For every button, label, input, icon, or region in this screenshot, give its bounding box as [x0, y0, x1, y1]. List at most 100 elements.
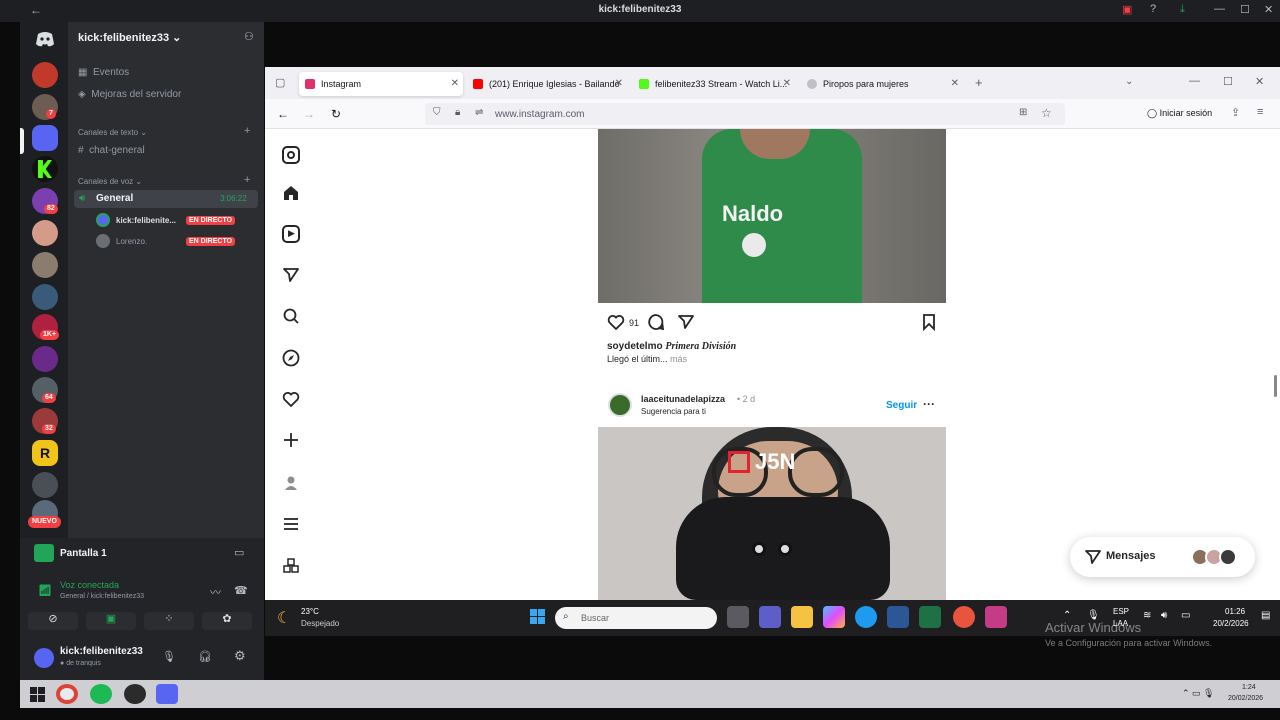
battery-icon[interactable]: ▭: [1181, 610, 1190, 621]
server-icon-kick[interactable]: [32, 125, 58, 151]
screen-share-button[interactable]: ▣: [86, 612, 136, 630]
spotify-icon[interactable]: [90, 684, 112, 704]
save-bookmark-icon[interactable]: [921, 313, 937, 331]
voice-user-name[interactable]: Lorenzo.: [116, 237, 147, 246]
camera-button[interactable]: ⊘: [28, 612, 78, 630]
address-bar[interactable]: ⛉ 🔒︎ ⇌ www.instagram.com ⊞ ☆: [425, 103, 1065, 125]
new-tab-icon[interactable]: +: [975, 75, 983, 90]
menu-icon[interactable]: ≡: [1257, 106, 1263, 118]
heart-notifications-icon[interactable]: [282, 390, 300, 408]
maximize-icon[interactable]: ☐: [1240, 3, 1250, 16]
add-voice-channel-icon[interactable]: +: [244, 174, 250, 186]
task-view-icon[interactable]: [727, 606, 749, 628]
maximize-icon[interactable]: ☐: [1223, 75, 1233, 88]
server-name[interactable]: kick:felibenitez33 ⌄: [78, 31, 181, 44]
server-icon-kick-green[interactable]: [32, 156, 58, 182]
wifi-icon[interactable]: ≋: [1143, 610, 1151, 621]
close-tab-icon[interactable]: ✕: [451, 78, 459, 89]
server-icon-6[interactable]: [32, 252, 58, 278]
tab-overview-icon[interactable]: ▢: [275, 76, 285, 89]
noise-suppression-icon[interactable]: 〰: [210, 584, 221, 600]
create-plus-icon[interactable]: [282, 431, 300, 449]
post-author[interactable]: laaceitunadelapizza: [641, 394, 725, 404]
signin-button[interactable]: ◯ Iniciar sesión: [1147, 108, 1212, 119]
obs-icon[interactable]: [124, 684, 146, 704]
file-explorer-icon[interactable]: [791, 606, 813, 628]
screen-share-thumb[interactable]: [34, 544, 54, 562]
clock-time[interactable]: 1:24: [1242, 684, 1256, 691]
instagram-logo-icon[interactable]: [282, 146, 300, 164]
server-icon-13[interactable]: [32, 472, 58, 498]
server-icon-5[interactable]: [32, 220, 58, 246]
avatar[interactable]: [96, 213, 110, 227]
site-info-icon[interactable]: ⇌: [475, 107, 483, 118]
likes-count[interactable]: 91: [629, 318, 639, 328]
settings-gear-icon[interactable]: ⚙: [234, 648, 246, 664]
clock-date[interactable]: 20/2/2026: [1213, 619, 1249, 628]
share-icon[interactable]: [677, 313, 695, 331]
also-from-meta-icon[interactable]: [282, 557, 300, 575]
explore-compass-icon[interactable]: [282, 349, 300, 367]
minimize-icon[interactable]: —: [1214, 3, 1225, 15]
tab-piropos[interactable]: Piropos para mujeres ✕: [801, 72, 963, 96]
page-scrollbar[interactable]: [1274, 375, 1277, 397]
server-icon-9[interactable]: [32, 346, 58, 372]
screen-icon[interactable]: ▣: [1122, 3, 1132, 16]
language-indicator[interactable]: ESP: [1113, 607, 1129, 616]
post-image[interactable]: J5N: [598, 427, 946, 600]
forward-arrow-icon[interactable]: →: [303, 107, 315, 121]
profile-icon[interactable]: [282, 474, 300, 492]
comment-icon[interactable]: [647, 313, 665, 331]
add-member-icon[interactable]: ⚇: [244, 30, 254, 43]
windows-start-icon[interactable]: [527, 606, 549, 628]
activities-button[interactable]: ⁘: [144, 612, 194, 630]
windows-start-icon[interactable]: [26, 684, 48, 704]
follow-button[interactable]: Seguir: [886, 400, 917, 411]
monitor-icon[interactable]: ▭: [234, 546, 244, 559]
excel-icon[interactable]: [919, 606, 941, 628]
notifications-icon[interactable]: ▤: [1261, 610, 1270, 621]
tab-youtube[interactable]: (201) Enrique Iglesias - Bailando ✕: [467, 72, 627, 96]
post-image[interactable]: Naldo: [598, 129, 946, 303]
help-icon[interactable]: ?: [1150, 3, 1156, 15]
tray-icons[interactable]: ⌃ ▭ 🎙︎: [1182, 688, 1214, 699]
download-icon[interactable]: ⤓: [1180, 3, 1185, 16]
clock-time[interactable]: 01:26: [1225, 607, 1245, 616]
home-icon[interactable]: [282, 184, 300, 202]
server-icon-1[interactable]: [32, 62, 58, 88]
shield-icon[interactable]: ⛉: [433, 107, 441, 118]
add-channel-icon[interactable]: +: [244, 125, 250, 137]
more-menu-icon[interactable]: [282, 515, 300, 533]
word-icon[interactable]: [887, 606, 909, 628]
tab-instagram[interactable]: Instagram ✕: [299, 72, 463, 96]
copilot-icon[interactable]: [823, 606, 845, 628]
back-arrow-icon[interactable]: ←: [277, 107, 289, 121]
clock-date[interactable]: 20/02/2026: [1228, 695, 1263, 702]
microphone-icon[interactable]: 🎙︎: [162, 650, 176, 663]
user-name[interactable]: kick:felibenitez33: [60, 646, 143, 657]
disconnect-icon[interactable]: ☎: [234, 584, 248, 597]
voice-user-name[interactable]: kick:felibenite...: [116, 216, 176, 225]
text-category[interactable]: Canales de texto ⌄: [78, 128, 147, 137]
messages-button[interactable]: Mensajes: [1070, 537, 1255, 577]
close-icon[interactable]: ✕: [1255, 75, 1264, 88]
voice-channel-general[interactable]: 🔊︎ General 3:06:22: [74, 190, 258, 208]
edge-icon[interactable]: [855, 606, 877, 628]
lock-icon[interactable]: 🔒︎: [455, 107, 460, 118]
more-link[interactable]: más: [670, 354, 687, 364]
install-app-icon[interactable]: ⊞: [1019, 107, 1027, 118]
bookmark-star-icon[interactable]: ☆: [1041, 106, 1052, 120]
events-item[interactable]: ▦ Eventos: [78, 67, 129, 78]
search-icon[interactable]: [282, 307, 300, 325]
boosts-item[interactable]: ◈ Mejoras del servidor: [78, 89, 181, 100]
server-icon-7[interactable]: [32, 284, 58, 310]
post-author[interactable]: soydetelmo: [607, 341, 663, 352]
reload-icon[interactable]: ↻: [331, 107, 341, 121]
volume-icon[interactable]: 🔊︎: [1161, 610, 1167, 621]
extensions-icon[interactable]: ⇪: [1231, 106, 1240, 119]
send-message-icon[interactable]: [282, 266, 300, 284]
url-text[interactable]: www.instagram.com: [495, 109, 584, 120]
tab-kick[interactable]: felibenitez33 Stream - Watch Li... ✕: [633, 72, 795, 96]
close-tab-icon[interactable]: ✕: [951, 78, 959, 89]
minimize-icon[interactable]: —: [1189, 75, 1200, 87]
